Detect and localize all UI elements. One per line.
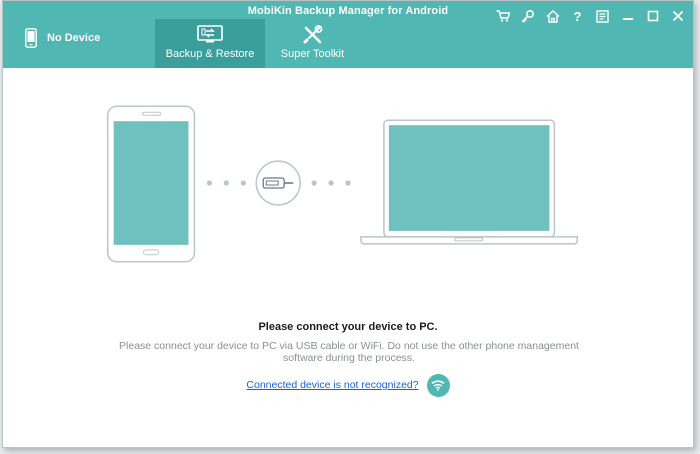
close-button[interactable]	[666, 7, 689, 25]
help-button[interactable]: ?	[566, 7, 589, 25]
close-icon	[672, 10, 683, 22]
minimize-button[interactable]	[616, 7, 639, 25]
maximize-button[interactable]	[641, 7, 664, 25]
backup-restore-icon	[197, 25, 223, 43]
tab-backup-restore-label: Backup & Restore	[165, 48, 255, 60]
app-window: MobiKin Backup Manager for Android No De…	[2, 0, 694, 448]
connection-dots-right	[311, 180, 351, 186]
feedback-button[interactable]	[591, 7, 614, 25]
phone-illustration	[106, 105, 196, 263]
connect-prompt-description: Please connect your device to PC via USB…	[119, 340, 579, 364]
home-button[interactable]	[541, 7, 564, 25]
main-content: Please connect your device to PC. Please…	[3, 68, 693, 447]
tab-super-toolkit-label: Super Toolkit	[280, 48, 345, 60]
maximize-icon	[647, 10, 658, 22]
header-bar: MobiKin Backup Manager for Android No De…	[3, 1, 693, 68]
tab-backup-restore[interactable]: Backup & Restore	[155, 19, 265, 68]
device-label: No Device	[47, 32, 101, 44]
minimize-icon	[622, 18, 633, 20]
home-icon	[546, 9, 559, 23]
connection-illustration	[106, 105, 579, 263]
help-row: Connected device is not recognized?	[3, 373, 693, 397]
connect-prompt-title: Please connect your device to PC.	[258, 321, 438, 333]
window-controls: ?	[491, 7, 689, 25]
tab-super-toolkit[interactable]: Super Toolkit	[265, 19, 360, 68]
cart-button[interactable]	[491, 7, 514, 25]
feedback-icon	[596, 9, 609, 23]
register-button[interactable]	[516, 7, 539, 25]
phone-icon	[25, 28, 37, 48]
key-icon	[521, 9, 534, 23]
laptop-illustration	[360, 119, 579, 245]
wifi-connect-button[interactable]	[426, 373, 450, 397]
connection-dots-left	[206, 180, 246, 186]
cart-icon	[496, 10, 510, 22]
toolkit-icon	[303, 25, 322, 44]
device-not-recognized-link[interactable]: Connected device is not recognized?	[246, 379, 418, 391]
wifi-icon	[431, 380, 445, 391]
help-icon: ?	[573, 8, 582, 24]
device-selector[interactable]: No Device	[25, 25, 100, 51]
usb-cable-icon	[255, 160, 301, 206]
